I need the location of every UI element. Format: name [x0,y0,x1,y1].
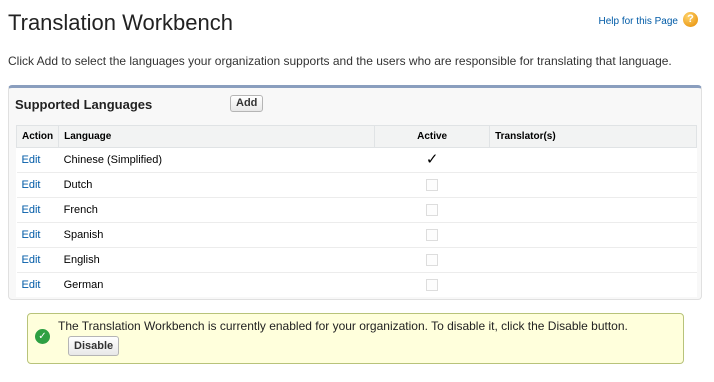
edit-link[interactable]: Edit [22,254,41,266]
table-row: Edit Spanish [16,222,697,248]
checkmark-icon: ✓ [425,151,439,168]
edit-link[interactable]: Edit [22,204,41,216]
table-row: Edit Chinese (Simplified) ✓ [16,147,697,173]
question-mark-icon[interactable]: ? [683,12,698,27]
language-cell: Spanish [58,222,375,248]
supported-languages-panel: Supported Languages Add Action Language … [8,85,702,300]
edit-link[interactable]: Edit [22,179,41,191]
help-link[interactable]: Help for this Page [599,16,679,27]
language-cell: English [58,247,375,273]
unchecked-checkbox [426,204,439,217]
table-row: Edit English [16,247,697,273]
translators-cell [489,247,697,273]
add-button[interactable]: Add [230,95,264,112]
language-cell: Dutch [58,172,375,198]
intro-text: Click Add to select the languages your o… [8,54,672,68]
check-circle-icon: ✓ [35,329,50,344]
edit-link[interactable]: Edit [22,279,41,291]
column-header-language[interactable]: Language [58,125,376,148]
unchecked-checkbox [426,179,439,192]
unchecked-checkbox [426,229,439,242]
languages-table: Action Language Active Translator(s) Edi… [15,125,697,297]
column-header-action[interactable]: Action [15,125,60,148]
language-cell: French [58,197,375,223]
table-header-row: Action Language Active Translator(s) [15,125,697,148]
unchecked-checkbox [426,279,439,292]
table-row: Edit German [16,272,697,297]
translators-cell [489,272,697,297]
panel-title: Supported Languages [15,97,153,112]
message-text: The Translation Workbench is currently e… [58,319,628,333]
column-header-translators[interactable]: Translator(s) [489,125,697,148]
page-title: Translation Workbench [8,10,233,35]
translators-cell [489,197,697,223]
translators-cell [489,172,697,198]
disable-button[interactable]: Disable [68,336,120,356]
translators-cell [489,147,697,173]
edit-link[interactable]: Edit [22,154,41,166]
table-row: Edit French [16,197,697,223]
column-header-active[interactable]: Active [374,125,491,148]
language-cell: Chinese (Simplified) [58,147,375,173]
unchecked-checkbox [426,254,439,267]
table-row: Edit Dutch [16,172,697,198]
edit-link[interactable]: Edit [22,229,41,241]
language-cell: German [58,272,375,297]
confirmation-message: ✓ The Translation Workbench is currently… [27,313,684,364]
translators-cell [489,222,697,248]
